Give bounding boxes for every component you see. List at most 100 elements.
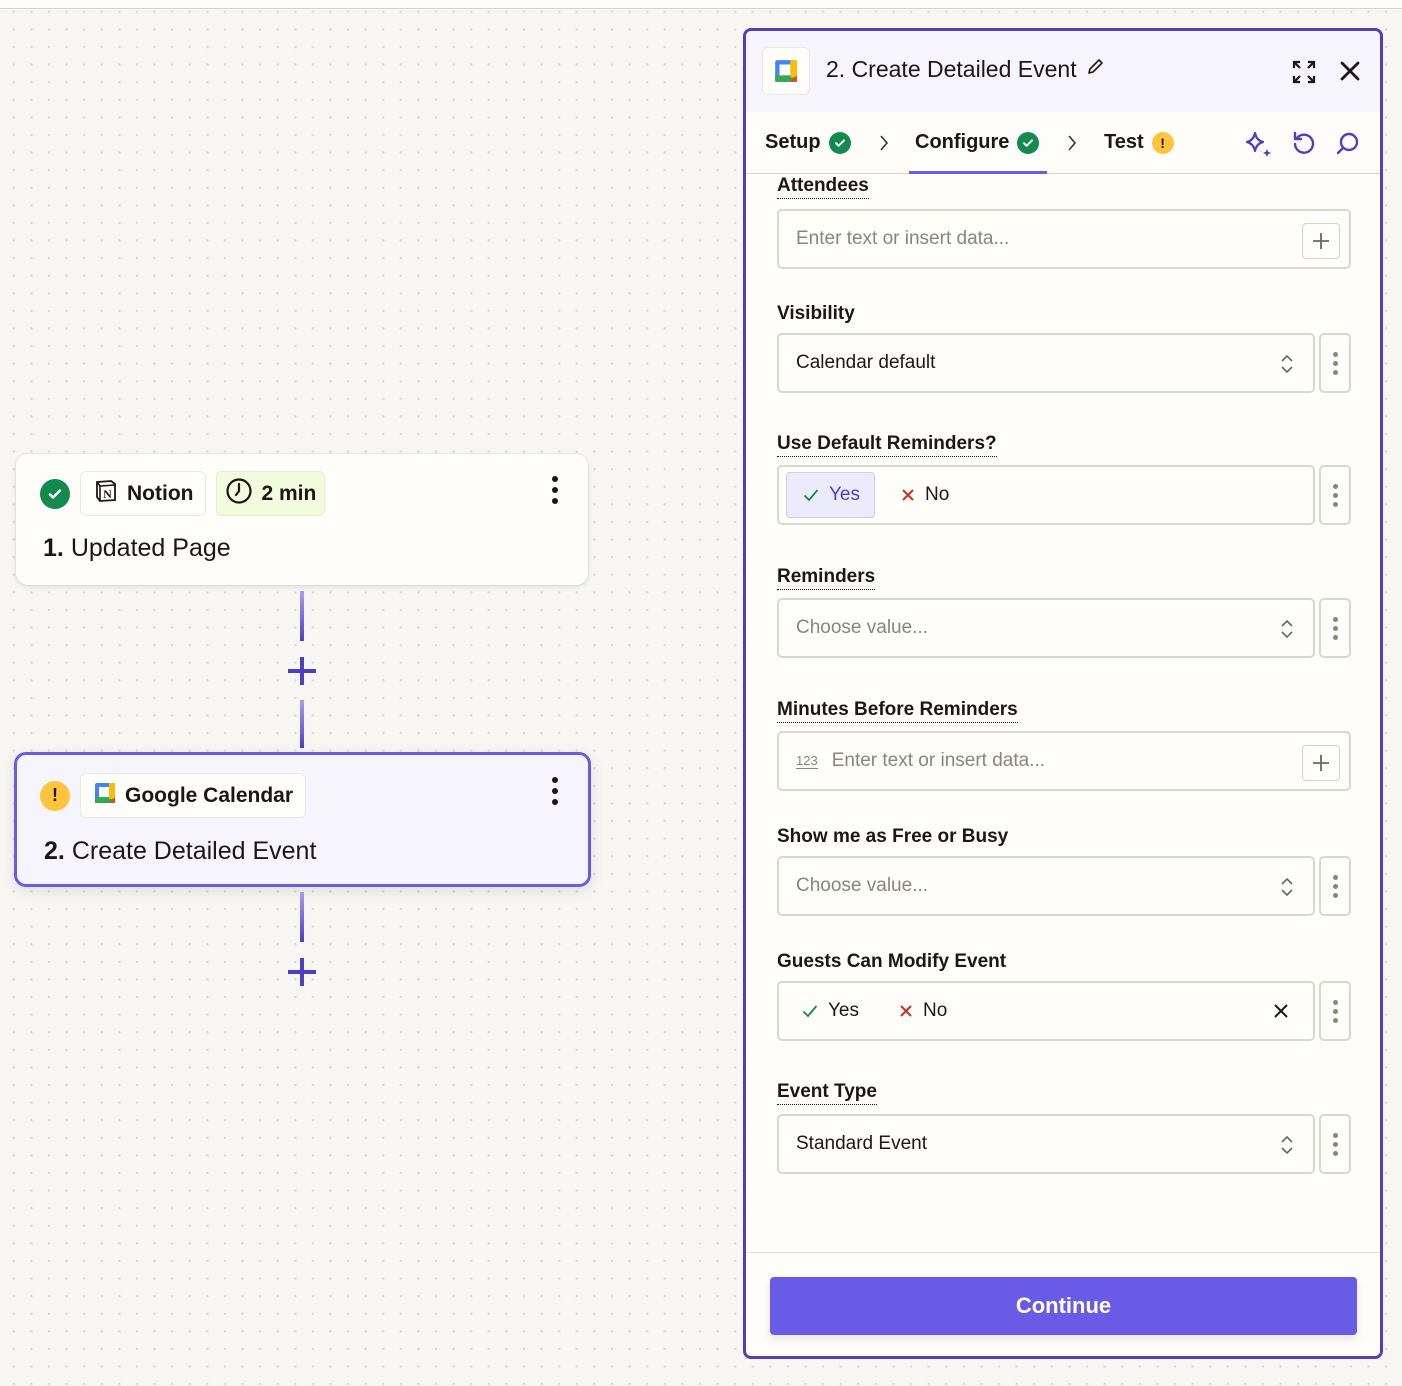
refresh-icon[interactable] — [1290, 130, 1316, 163]
field-reminders: Reminders Choose value... — [777, 566, 1352, 658]
add-step-button[interactable] — [288, 958, 316, 986]
app-chip: Google Calendar — [80, 773, 307, 818]
connector-line — [300, 700, 304, 748]
notion-icon: N — [93, 478, 119, 510]
connector-line — [300, 591, 304, 641]
field-label: Event Type — [777, 1081, 877, 1105]
panel-title: 2. Create Detailed Event — [826, 56, 1105, 83]
clock-icon — [225, 477, 253, 511]
field-options-button[interactable] — [1319, 598, 1351, 658]
search-icon[interactable] — [1334, 130, 1360, 163]
event-type-select[interactable]: Standard Event — [777, 1114, 1315, 1174]
minutes-before-reminders-input[interactable]: 123 Enter text or insert data... — [777, 731, 1351, 791]
placeholder: Enter text or insert data... — [831, 750, 1046, 771]
field-label: Use Default Reminders? — [777, 433, 997, 457]
field-label: Guests Can Modify Event — [777, 951, 1007, 972]
google-calendar-icon — [762, 47, 810, 95]
option-yes[interactable]: Yes — [786, 988, 873, 1034]
chevron-up-down-icon — [1280, 1134, 1294, 1162]
free-busy-select[interactable]: Choose value... — [777, 856, 1315, 916]
visibility-select[interactable]: Calendar default — [777, 333, 1315, 393]
check-circle-icon — [1017, 131, 1040, 154]
panel-title-text: 2. Create Detailed Event — [826, 56, 1077, 82]
chevron-right-icon — [878, 134, 890, 157]
close-icon[interactable] — [1338, 59, 1362, 88]
field-event-type: Event Type Standard Event — [777, 1081, 1352, 1174]
option-label: Yes — [829, 484, 860, 505]
field-options-button[interactable] — [1319, 465, 1351, 525]
tab-test[interactable]: Test ! — [1104, 112, 1174, 173]
ai-sparkle-icon[interactable] — [1243, 130, 1273, 163]
tab-configure[interactable]: Configure — [908, 112, 1048, 174]
insert-data-button[interactable] — [1302, 223, 1340, 259]
plus-icon — [1313, 755, 1329, 771]
tab-label: Test — [1104, 131, 1144, 153]
expand-icon[interactable] — [1291, 59, 1317, 90]
placeholder: Choose value... — [796, 875, 929, 896]
warning-circle-icon: ! — [1151, 131, 1174, 154]
field-options-button[interactable] — [1319, 856, 1351, 916]
x-icon — [902, 489, 914, 501]
check-icon — [802, 1005, 818, 1018]
attendees-input[interactable]: Enter text or insert data... — [777, 209, 1351, 269]
selected-value: Calendar default — [796, 352, 936, 373]
option-label: No — [923, 1000, 948, 1021]
app-name: Google Calendar — [125, 783, 294, 807]
workflow-step-1[interactable]: N Notion 2 min 1. Updated Page — [16, 454, 588, 585]
step-title: 1. Updated Page — [43, 534, 231, 563]
use-default-reminders-toggle: Yes No — [777, 465, 1315, 525]
step-menu-button[interactable] — [552, 777, 558, 805]
workflow-step-2[interactable]: ! Google Calendar 2. Create Detailed Eve… — [14, 752, 591, 887]
insert-data-button[interactable] — [1302, 745, 1340, 781]
check-circle-icon — [40, 478, 70, 509]
field-label: Attendees — [777, 175, 869, 199]
app-name: Notion — [127, 481, 194, 505]
field-free-busy: Show me as Free or Busy Choose value... — [777, 826, 1352, 916]
clear-icon[interactable] — [1273, 1003, 1289, 1025]
connector-line — [300, 892, 304, 942]
field-minutes-before-reminders: Minutes Before Reminders 123 Enter text … — [777, 699, 1352, 791]
chevron-up-down-icon — [1280, 353, 1294, 381]
app-chip: N Notion — [80, 471, 207, 516]
option-yes[interactable]: Yes — [786, 472, 875, 518]
google-calendar-icon — [93, 781, 117, 811]
step-title-text: Create Detailed Event — [71, 837, 317, 865]
pencil-icon[interactable] — [1085, 56, 1105, 83]
plus-icon — [1313, 233, 1329, 249]
duration-text: 2 min — [261, 481, 317, 505]
tab-label: Configure — [915, 131, 1010, 153]
chevron-right-icon — [1066, 134, 1078, 157]
tab-label: Setup — [765, 131, 821, 153]
reminders-select[interactable]: Choose value... — [777, 598, 1315, 658]
step-number: 2. — [44, 837, 65, 865]
option-label: No — [925, 484, 950, 505]
tab-setup[interactable]: Setup — [765, 112, 851, 173]
field-options-button[interactable] — [1319, 1114, 1351, 1174]
field-label: Minutes Before Reminders — [777, 699, 1018, 723]
field-options-button[interactable] — [1319, 333, 1351, 393]
selected-value: Standard Event — [796, 1133, 927, 1154]
x-icon — [900, 1005, 912, 1017]
svg-text:N: N — [103, 487, 112, 501]
field-label: Show me as Free or Busy — [777, 826, 1009, 847]
step-menu-button[interactable] — [552, 476, 558, 504]
field-label: Visibility — [777, 303, 855, 324]
add-step-button[interactable] — [288, 657, 316, 685]
step-title-text: Updated Page — [70, 534, 231, 562]
check-circle-icon — [828, 131, 851, 154]
field-guests-can-modify: Guests Can Modify Event Yes No — [777, 951, 1352, 1041]
chevron-up-down-icon — [1280, 876, 1294, 904]
field-options-button[interactable] — [1319, 981, 1351, 1041]
continue-button[interactable]: Continue — [770, 1277, 1357, 1335]
field-visibility: Visibility Calendar default — [777, 303, 1352, 393]
step-tabs: Setup Configure Test ! — [746, 112, 1380, 174]
field-use-default-reminders: Use Default Reminders? Yes No — [777, 433, 1352, 525]
option-no[interactable]: No — [885, 472, 963, 518]
panel-footer: Continue — [746, 1252, 1380, 1356]
step-title: 2. Create Detailed Event — [44, 837, 316, 866]
step-number: 1. — [43, 534, 64, 562]
placeholder: Enter text or insert data... — [796, 228, 1010, 249]
step-editor-panel: 2. Create Detailed Event Setup Configure — [743, 28, 1383, 1359]
option-no[interactable]: No — [883, 988, 961, 1034]
guests-can-modify-toggle: Yes No — [777, 981, 1315, 1041]
